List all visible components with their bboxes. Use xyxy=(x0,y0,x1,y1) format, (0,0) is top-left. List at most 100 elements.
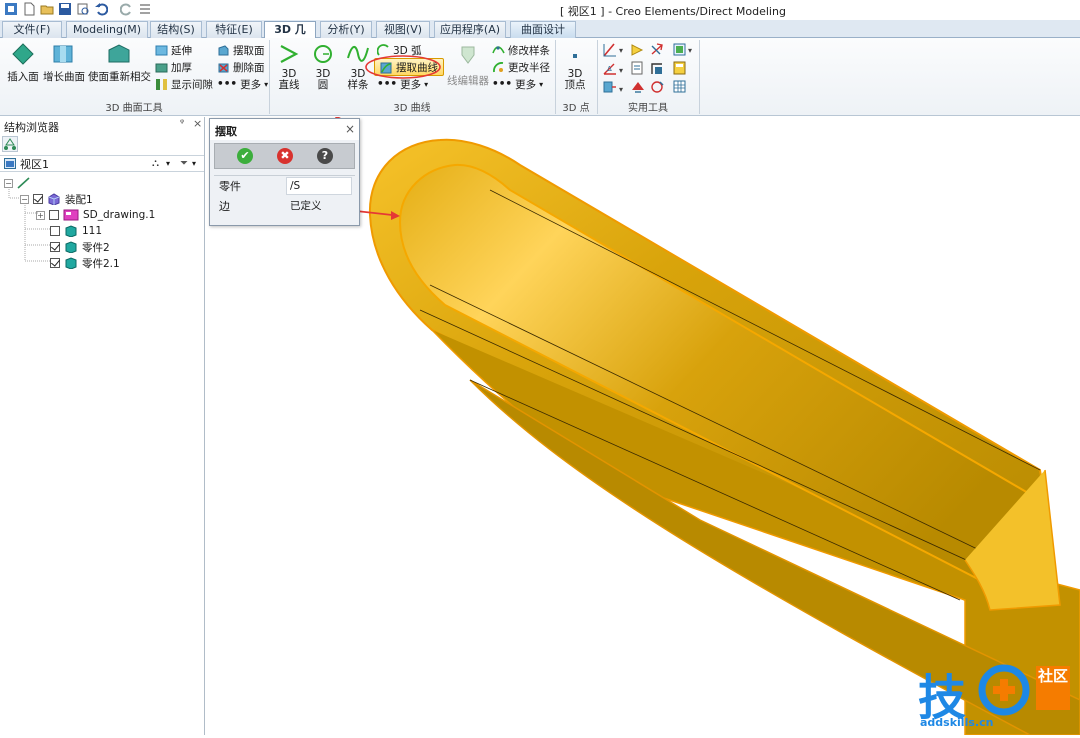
frame-icon xyxy=(673,43,686,56)
browser-mode-tab[interactable] xyxy=(2,136,18,152)
svg-text:▾: ▾ xyxy=(688,46,692,55)
thicken-button[interactable]: 加厚 xyxy=(155,59,192,75)
ribbon: 插入面 增长曲面 使面重新相交 延伸 加厚 显示间隙 摆取面 删除面 ••• 更… xyxy=(0,38,1080,116)
tree-view-icon xyxy=(4,138,16,150)
group-label-utilities: 实用工具 xyxy=(628,103,668,114)
tab-analysis[interactable]: 分析(Y) xyxy=(320,21,372,38)
undo-icon[interactable] xyxy=(94,2,108,16)
delete-face-icon xyxy=(218,63,229,72)
ok-button[interactable]: ✔ xyxy=(237,148,253,164)
rotate-icon xyxy=(651,81,664,93)
part-field[interactable]: /S xyxy=(286,177,352,195)
modify-spline-icon xyxy=(492,45,505,53)
dialog-close-icon[interactable]: × xyxy=(345,122,355,136)
grow-surface-icon xyxy=(53,45,73,63)
tab-file[interactable]: 文件(F) xyxy=(2,21,62,38)
tab-modeling[interactable]: Modeling(M) xyxy=(66,21,148,38)
chevron-down-icon[interactable]: ▾ xyxy=(192,159,196,168)
tree-row-part2-1[interactable]: 零件2.1 xyxy=(50,255,120,271)
extend-icon xyxy=(155,45,168,55)
measure-distance-icon xyxy=(603,43,616,57)
direction-icon xyxy=(631,44,644,56)
filter-icon[interactable]: ⏷ xyxy=(180,158,188,169)
reintersect-faces-button[interactable]: 使面重新相交 xyxy=(88,42,151,84)
binoculars-icon[interactable]: ⛬ xyxy=(152,158,159,169)
surface-more-button[interactable]: ••• 更多 ▾ xyxy=(217,76,268,92)
3d-line-icon xyxy=(280,45,299,63)
tab-structure[interactable]: 结构(S) xyxy=(150,21,202,38)
chevron-down-icon: ▾ xyxy=(264,79,269,89)
edge-field[interactable]: 已定义 xyxy=(286,197,352,215)
part-icon xyxy=(65,257,77,269)
info-icon xyxy=(631,61,643,75)
utility-icons-grid[interactable]: ▾ ▾ Δ ▾ ▾ xyxy=(602,42,697,98)
print-preview-icon[interactable] xyxy=(76,2,90,16)
group-label-3d-curves: 3D 曲线 xyxy=(393,103,431,114)
transform-icon xyxy=(632,82,644,93)
curves-more-button[interactable]: ••• 更多 ▾ xyxy=(377,76,428,92)
reintersect-icon xyxy=(108,44,130,63)
more-dots-icon: ••• xyxy=(377,78,398,90)
wire-editor-icon xyxy=(461,46,475,64)
3d-circle-button[interactable]: 3D 圆 xyxy=(308,42,338,91)
tab-view[interactable]: 视图(V) xyxy=(376,21,430,38)
browser-close-icon[interactable]: × xyxy=(193,117,202,130)
extract-face-button[interactable]: 摆取面 xyxy=(217,42,265,58)
change-radius-button[interactable]: 更改半径 xyxy=(492,59,550,75)
3d-line-button[interactable]: 3D 直线 xyxy=(274,42,304,91)
more-dots-icon: ••• xyxy=(217,78,238,90)
watermark-badge: 社区 xyxy=(1036,666,1070,710)
browser-title: 结构浏览器 xyxy=(4,121,59,134)
help-button[interactable]: ? xyxy=(317,148,333,164)
tab-features[interactable]: 特征(E) xyxy=(206,21,262,38)
axis-icon xyxy=(651,43,663,55)
tab-applications[interactable]: 应用程序(A) xyxy=(434,21,506,38)
pin-icon[interactable]: ᵠ xyxy=(180,118,184,129)
pick-dialog: 摆取 × ✔ ✖ ? 零件 /S 边 已定义 xyxy=(209,118,360,226)
chevron-down-icon: ▾ xyxy=(424,79,429,89)
grow-surface-button[interactable]: 增长曲面 xyxy=(42,42,86,84)
angle-measure-icon: Δ xyxy=(603,63,616,75)
field-label-part: 零件 xyxy=(219,180,241,193)
wire-editor-button[interactable]: 线编辑器 xyxy=(446,44,490,88)
svg-text:▾: ▾ xyxy=(619,46,623,55)
insert-face-button[interactable]: 插入面 xyxy=(4,42,42,84)
svg-text:▾: ▾ xyxy=(619,85,623,94)
tab-surface-design[interactable]: 曲面设计 xyxy=(510,21,576,38)
dialog-divider xyxy=(214,175,355,176)
extend-button[interactable]: 延伸 xyxy=(155,42,192,58)
browser-header: 结构浏览器 ᵠ × xyxy=(0,117,204,134)
chevron-down-icon[interactable]: ▾ xyxy=(166,159,170,168)
open-folder-icon[interactable] xyxy=(40,2,54,16)
new-file-icon[interactable] xyxy=(22,2,36,16)
part-icon xyxy=(65,225,77,237)
more-dots-icon: ••• xyxy=(492,78,513,90)
redo-icon[interactable] xyxy=(120,2,134,16)
view-selector[interactable]: 视区1 ⛬ ▾ ⏷ ▾ xyxy=(0,155,204,172)
3d-circle-icon xyxy=(314,45,332,63)
part-icon xyxy=(65,241,77,253)
delete-face-button[interactable]: 删除面 xyxy=(217,59,265,75)
chevron-down-icon: ▾ xyxy=(539,79,544,89)
modify-spline-button[interactable]: 修改样条 xyxy=(492,42,550,58)
curves-more2-button[interactable]: ••• 更多 ▾ xyxy=(492,76,543,92)
3d-vertex-button[interactable]: 3D 顶点 xyxy=(560,46,590,91)
app-icon xyxy=(5,3,17,15)
thicken-icon xyxy=(155,63,168,72)
3d-vertex-icon xyxy=(573,54,577,58)
svg-text:▾: ▾ xyxy=(619,66,623,75)
group-divider xyxy=(699,40,700,114)
customize-icon[interactable] xyxy=(138,2,152,16)
dialog-title: 摆取 xyxy=(210,119,359,140)
title-bar: [ 视区1 ] - Creo Elements/Direct Modeling xyxy=(0,0,1080,20)
clip-icon xyxy=(651,63,662,74)
show-gap-icon xyxy=(156,78,167,90)
tree-connector-lines xyxy=(8,189,50,262)
save-icon[interactable] xyxy=(58,2,72,16)
tab-3d-geometry[interactable]: 3D 几何 xyxy=(264,21,316,52)
coordinate-icon xyxy=(603,81,616,93)
cancel-button[interactable]: ✖ xyxy=(277,148,293,164)
calculator-icon xyxy=(673,61,686,75)
show-gap-button[interactable]: 显示间隙 xyxy=(155,76,213,92)
svg-text:Δ: Δ xyxy=(607,65,612,73)
